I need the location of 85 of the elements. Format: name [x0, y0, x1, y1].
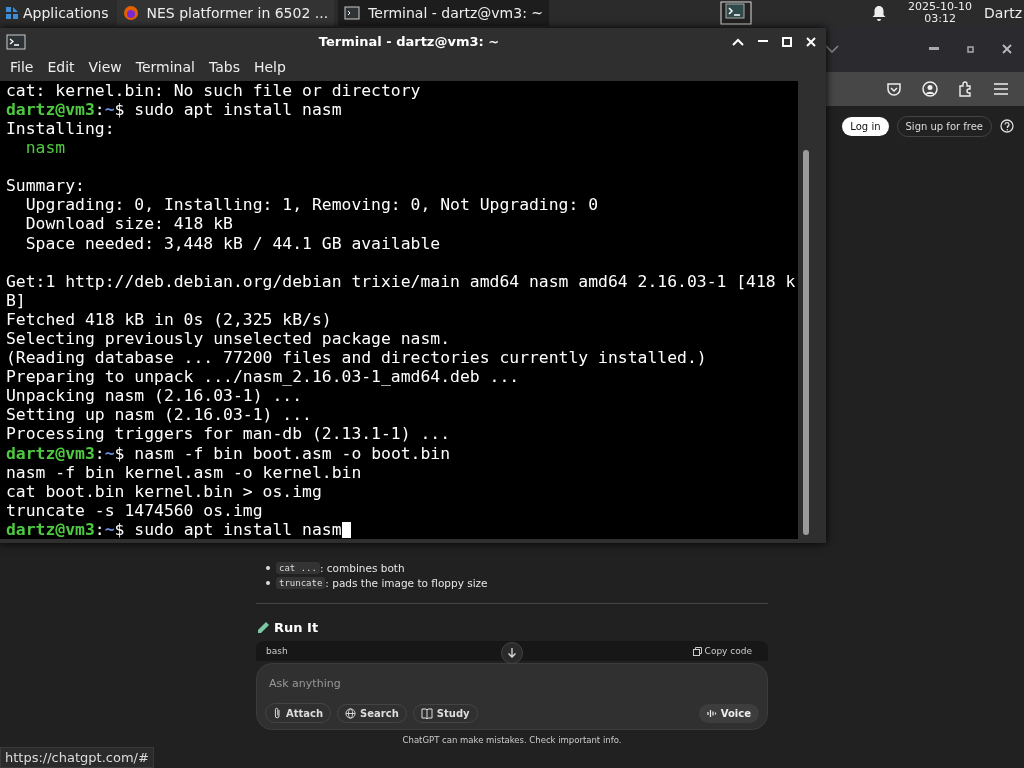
output-line: Preparing to unpack .../nasm_2.16.03-1_amd64.deb ... — [6, 367, 520, 387]
applications-menu[interactable]: Applications — [0, 0, 113, 26]
prompt-user: dartz@vm3 — [6, 99, 95, 119]
bullet-dot-icon — [266, 566, 270, 570]
prompt-path: ~ — [104, 99, 115, 119]
bullet-text: : pads the image to floppy size — [325, 577, 488, 589]
pencil-icon — [256, 620, 270, 635]
output-line: B] — [6, 290, 26, 310]
output-line: Download size: 418 kB — [24, 214, 233, 234]
minimize-icon[interactable] — [929, 47, 939, 51]
package-name: nasm — [24, 138, 66, 158]
book-icon — [420, 707, 433, 719]
copy-code-button[interactable]: Copy code — [686, 645, 758, 657]
output-line: Get:1 http://deb.debian.org/debian trixie/main amd64 nasm amd64 2.16.03-1 [418 k — [6, 271, 796, 291]
output-line: (Reading database ... 77200 files and directories currently installed.) — [6, 348, 707, 368]
bullet-dot-icon — [266, 581, 270, 585]
output-line: Space needed: 3,448 kB / 44.1 GB available — [24, 233, 441, 253]
prompt-sigil: $ — [114, 443, 125, 463]
taskbar-button[interactable]: Terminal - dartz@vm3: ~ — [338, 0, 550, 26]
command-text: nasm -f bin boot.asm -o boot.bin — [134, 443, 451, 463]
prompt-separator: : — [94, 519, 105, 539]
scroll-down-button[interactable] — [501, 642, 523, 664]
copy-icon — [692, 646, 702, 656]
voice-button[interactable]: Voice — [698, 703, 759, 723]
menu-item[interactable]: File — [4, 59, 40, 76]
output-line: Processing triggers for man-db (2.13.1-1) ... — [6, 424, 451, 444]
prompt-path: ~ — [104, 443, 115, 463]
output-line: Selecting previously unselected package nasm. — [6, 328, 451, 348]
browser-icon — [122, 5, 139, 21]
menu-item[interactable]: Tabs — [202, 59, 246, 76]
menu-item[interactable]: Edit — [41, 59, 81, 76]
prompt-sigil: $ — [114, 99, 125, 119]
output-line: Fetched 418 kB in 0s (2,325 kB/s) — [6, 309, 332, 329]
app-grid-icon — [4, 5, 20, 21]
maximize-icon[interactable] — [967, 45, 974, 53]
output-line: Upgrading: 0, Installing: 1, Removing: 0, Not Upgrading: 0 — [24, 195, 599, 215]
date-text: 2025-10-10 — [908, 1, 973, 13]
output-line: cat: kernel.bin: No such file or directory — [6, 80, 421, 100]
output-line: Setting up nasm (2.16.03-1) ... — [6, 405, 312, 425]
chevron-up-icon[interactable] — [732, 37, 744, 46]
globe-icon — [345, 707, 357, 719]
output-line: truncate -s 1474560 os.img — [6, 500, 263, 520]
inline-code: cat ... — [276, 562, 320, 574]
user-name[interactable]: Dartz — [984, 5, 1022, 21]
pocket-icon[interactable] — [886, 81, 902, 97]
status-url: https://chatgpt.com/# — [0, 747, 154, 768]
output-line: cat boot.bin kernel.bin > os.img — [6, 481, 322, 501]
prompt-user: dartz@vm3 — [6, 519, 95, 539]
section-heading: Run It — [274, 620, 319, 635]
inline-code: truncate — [276, 577, 326, 589]
workspace-terminal-icon[interactable] — [720, 1, 753, 25]
terminal-icon — [6, 33, 26, 50]
prompt-field[interactable]: Ask anything Attach Search Study Voice — [256, 663, 768, 730]
bullet-text: : combines both — [319, 562, 405, 574]
terminal-icon — [344, 5, 361, 21]
help-icon[interactable] — [1000, 119, 1014, 133]
paperclip-icon — [273, 707, 282, 719]
close-icon[interactable] — [1002, 44, 1012, 54]
code-language: bash — [266, 646, 288, 656]
prompt-separator: : — [94, 99, 105, 119]
menu-icon[interactable] — [994, 83, 1008, 95]
menu-item[interactable]: Help — [247, 59, 292, 76]
window-title: Terminal - dartz@vm3: ~ — [317, 34, 501, 50]
disclaimer-text: ChatGPT can make mistakes. Check important info. — [401, 735, 623, 745]
extensions-icon[interactable] — [958, 81, 974, 97]
output-line: nasm -f bin kernel.asm -o kernel.bin — [6, 462, 362, 482]
log-in-button[interactable]: Log in — [842, 116, 889, 136]
output-line: Summary: — [6, 176, 85, 196]
minimize-icon[interactable] — [758, 40, 768, 44]
prompt-user: dartz@vm3 — [6, 443, 95, 463]
voice-wave-icon — [706, 708, 717, 718]
command-text: sudo apt install nasm — [134, 99, 342, 119]
menu-item[interactable]: View — [82, 59, 128, 76]
output-line: Installing: — [6, 118, 115, 138]
menu-item[interactable]: Terminal — [129, 59, 201, 76]
prompt-separator: : — [94, 443, 105, 463]
notification-bell-icon[interactable] — [872, 5, 887, 21]
time-text: 03:12 — [924, 13, 956, 25]
taskbar-button[interactable]: NES platformer in 6502 ... — [116, 0, 335, 26]
output-line: Unpacking nasm (2.16.03-1) ... — [6, 386, 303, 406]
prompt-path: ~ — [104, 519, 115, 539]
prompt-sigil: $ — [114, 519, 125, 539]
account-icon[interactable] — [922, 81, 938, 97]
chevron-down-icon[interactable] — [825, 45, 839, 53]
command-text: sudo apt install nasm — [134, 519, 342, 539]
